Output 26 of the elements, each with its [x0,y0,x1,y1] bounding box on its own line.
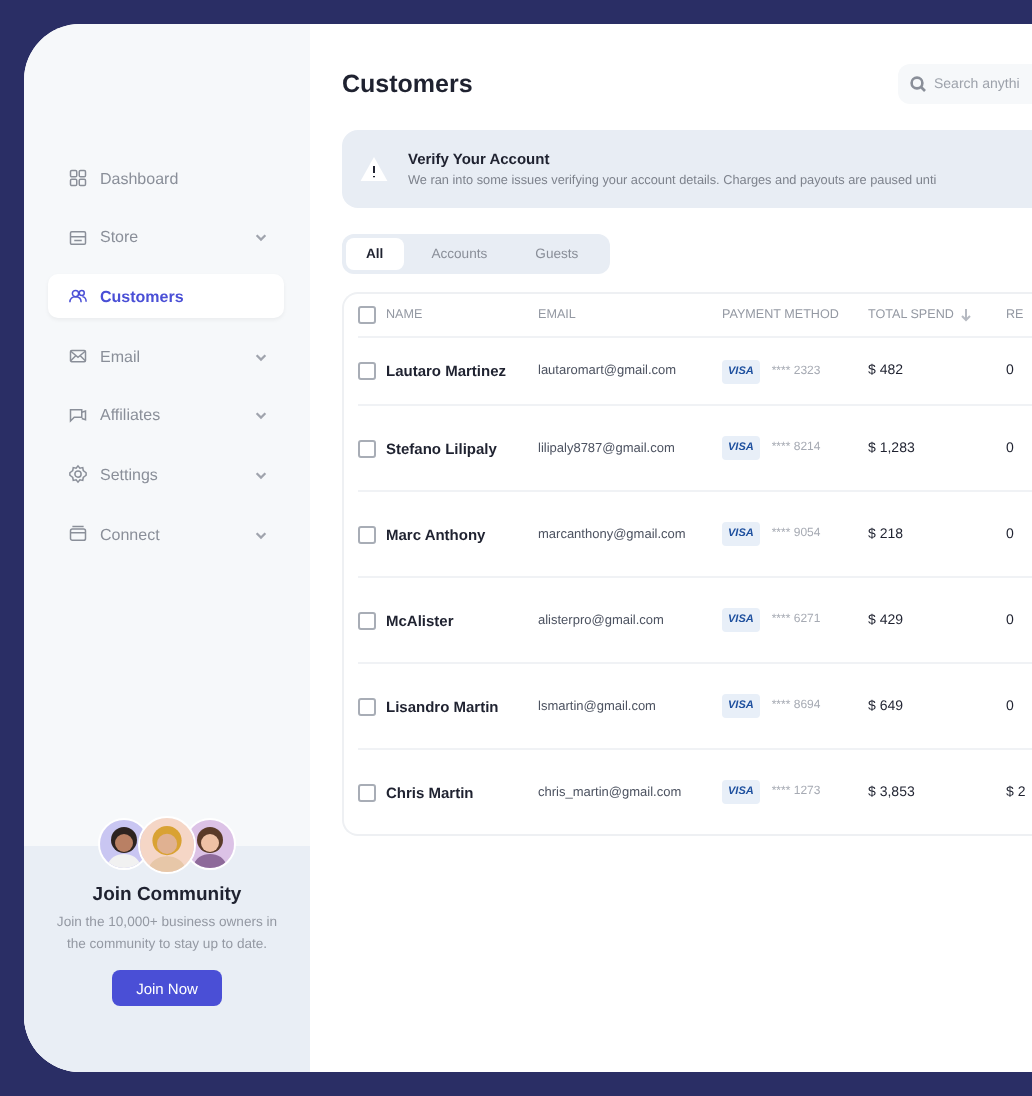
users-icon [68,286,88,307]
sidebar-item[interactable]: Dashboard [48,156,284,200]
row-checkbox[interactable] [358,611,376,629]
row-checkbox[interactable] [358,697,376,715]
sidebar-item[interactable]: Store [48,215,284,260]
page-title: Customers [342,70,473,98]
sidebar-item[interactable]: Email [48,334,284,379]
sidebar-item[interactable]: Customers [48,274,284,319]
sort-arrow-icon [959,308,972,322]
community-title: Join Community [92,884,242,906]
search-icon [910,76,926,92]
sidebar-item[interactable]: Settings [48,452,284,497]
store-icon [68,227,88,248]
row-checkbox[interactable] [358,783,376,801]
select-all-checkbox[interactable] [358,306,376,324]
gear-icon [68,464,88,485]
window-icon [68,524,88,545]
mail-icon [68,346,88,367]
row-checkbox[interactable] [358,439,376,457]
row-checkbox[interactable] [358,525,376,543]
sidebar-item[interactable]: Affiliates [48,393,284,438]
avatar [138,816,196,874]
grid-icon [68,168,88,188]
row-checkbox[interactable] [358,362,376,380]
sidebar-item[interactable]: Connect [48,512,284,557]
warning-icon [360,156,388,182]
